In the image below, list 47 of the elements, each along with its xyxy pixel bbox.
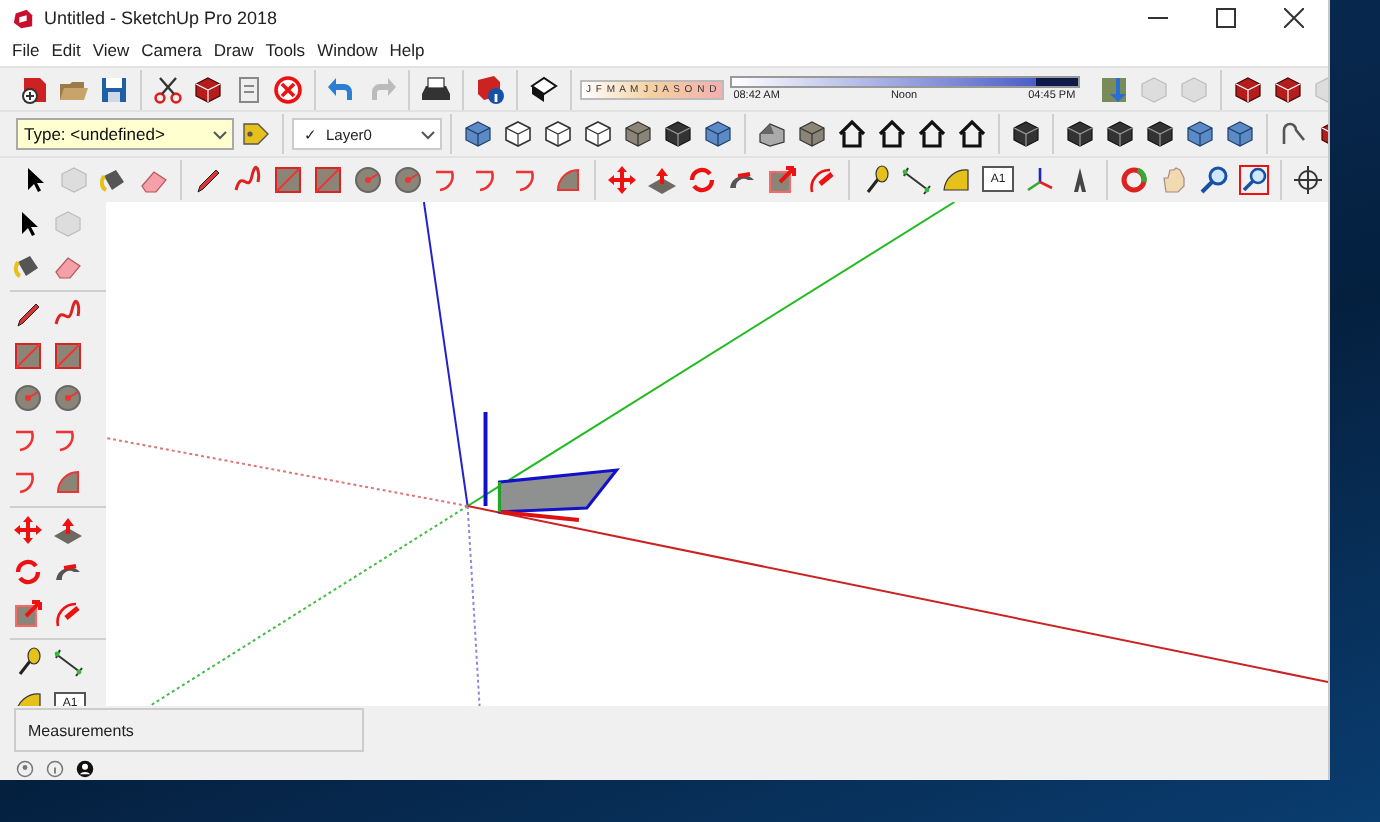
rectangle-icon[interactable] bbox=[50, 338, 86, 375]
circle-icon[interactable] bbox=[10, 380, 46, 417]
info-icon[interactable] bbox=[46, 759, 64, 778]
type-dropdown[interactable]: Type: <undefined> bbox=[16, 118, 234, 151]
caret-icon bbox=[420, 126, 436, 143]
zoom-window-icon[interactable] bbox=[1236, 161, 1272, 198]
move-icon[interactable] bbox=[10, 512, 46, 549]
window-title: Untitled - SketchUp Pro 2018 bbox=[44, 8, 280, 28]
measurements-field[interactable]: Measurements bbox=[14, 708, 364, 753]
caret-icon bbox=[212, 126, 228, 143]
scale-icon[interactable] bbox=[764, 161, 800, 198]
magnifier-icon[interactable] bbox=[1196, 161, 1232, 198]
user-icon[interactable] bbox=[76, 759, 94, 778]
close-icon[interactable] bbox=[1284, 8, 1304, 28]
crosshair-icon[interactable] bbox=[1290, 161, 1326, 198]
maximize-icon[interactable] bbox=[1216, 8, 1236, 28]
geo-location-icon[interactable] bbox=[16, 759, 34, 778]
menu-item[interactable]: Draw bbox=[213, 40, 254, 61]
move-icon[interactable] bbox=[604, 161, 640, 198]
cube-icon[interactable] bbox=[580, 116, 616, 153]
shadow-icon[interactable] bbox=[526, 71, 562, 108]
house-icon[interactable] bbox=[874, 116, 910, 153]
menu-item[interactable]: Help bbox=[389, 40, 425, 61]
circle-icon[interactable] bbox=[50, 380, 86, 417]
menu-item[interactable]: Edit bbox=[51, 40, 81, 61]
menu-item[interactable]: Camera bbox=[141, 40, 202, 61]
cube-icon[interactable] bbox=[540, 116, 576, 153]
house-icon[interactable] bbox=[834, 116, 870, 153]
circle-icon[interactable] bbox=[390, 161, 426, 198]
cube-icon[interactable] bbox=[500, 116, 536, 153]
app-logo-icon bbox=[12, 7, 34, 29]
rectangle-icon[interactable] bbox=[270, 161, 306, 198]
time-slider[interactable] bbox=[729, 76, 1080, 89]
menu-item[interactable]: File bbox=[12, 40, 40, 61]
menu-item[interactable]: View bbox=[92, 40, 130, 61]
shape-drawing bbox=[483, 411, 620, 522]
info-icon[interactable] bbox=[472, 71, 508, 108]
rectangle-icon[interactable] bbox=[10, 338, 46, 375]
rectangle-icon[interactable] bbox=[310, 161, 346, 198]
scale-icon[interactable] bbox=[10, 596, 46, 633]
delete-icon[interactable] bbox=[270, 71, 306, 108]
house-icon[interactable] bbox=[954, 116, 990, 153]
house-icon[interactable] bbox=[914, 116, 950, 153]
dimension-icon[interactable] bbox=[50, 644, 86, 681]
menu-item[interactable]: Window bbox=[317, 40, 378, 61]
circle-icon[interactable] bbox=[350, 161, 386, 198]
menu-item[interactable]: Tools bbox=[265, 40, 306, 61]
